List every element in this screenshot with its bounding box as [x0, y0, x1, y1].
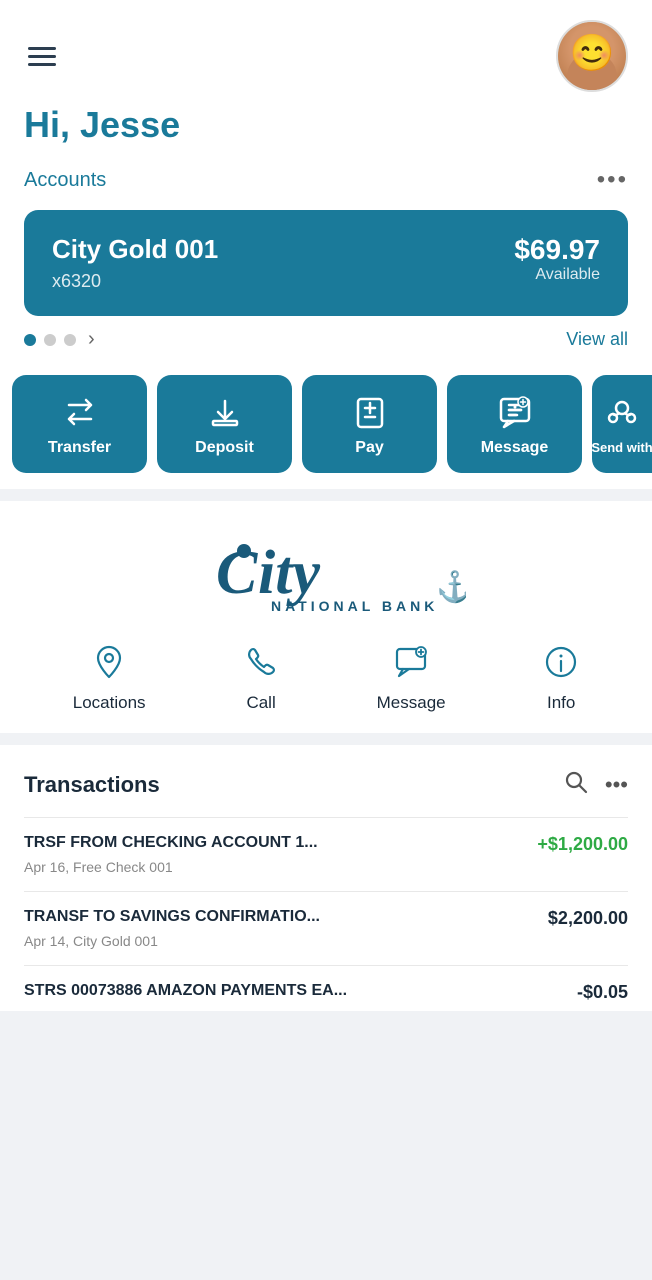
deposit-icon: [206, 393, 244, 431]
svg-text:ity: ity: [258, 539, 320, 607]
svg-text:⚓: ⚓: [436, 569, 466, 604]
info-button[interactable]: Info: [543, 644, 579, 713]
account-number: x6320: [52, 271, 218, 292]
transaction-account: Free Check 001: [73, 859, 173, 875]
transaction-meta: Apr 14, City Gold 001: [24, 933, 628, 949]
dot-1[interactable]: [24, 334, 36, 346]
transfer-button[interactable]: Transfer: [12, 375, 147, 473]
transaction-description: TRSF FROM CHECKING ACCOUNT 1...: [24, 834, 525, 852]
transaction-row: STRS 00073886 AMAZON PAYMENTS EA... -$0.…: [24, 982, 628, 1003]
dot-2[interactable]: [44, 334, 56, 346]
transactions-header: Transactions •••: [24, 769, 628, 801]
svg-text:NATIONAL BANK: NATIONAL BANK: [271, 598, 438, 614]
table-row[interactable]: STRS 00073886 AMAZON PAYMENTS EA... -$0.…: [24, 965, 628, 1011]
send-with-button[interactable]: Send with: [592, 375, 652, 473]
account-balance: $69.97 Available: [514, 234, 600, 284]
table-row[interactable]: TRANSF TO SAVINGS CONFIRMATIO... $2,200.…: [24, 891, 628, 965]
account-name: City Gold 001: [52, 234, 218, 265]
accounts-label: Accounts: [24, 169, 106, 192]
transactions-actions: •••: [563, 769, 628, 801]
accounts-more-button[interactable]: •••: [597, 166, 628, 194]
card-dots: ›: [24, 328, 95, 351]
phone-icon: [243, 644, 279, 685]
transactions-more-button[interactable]: •••: [605, 772, 628, 798]
transaction-date: Apr 14: [24, 933, 65, 949]
chevron-right-icon[interactable]: ›: [88, 328, 95, 351]
svg-text:C: C: [216, 539, 258, 607]
search-button[interactable]: [563, 769, 589, 801]
balance-amount: $69.97: [514, 234, 600, 266]
transfer-icon: [61, 393, 99, 431]
call-button[interactable]: Call: [243, 644, 279, 713]
deposit-button[interactable]: Deposit: [157, 375, 292, 473]
hamburger-menu-button[interactable]: [24, 43, 60, 70]
account-card[interactable]: City Gold 001 x6320 $69.97 Available: [24, 210, 628, 316]
info-circle-icon: [543, 644, 579, 685]
transactions-section: Transactions ••• TRSF FROM CHECKING ACCO…: [0, 745, 652, 1011]
transaction-description: STRS 00073886 AMAZON PAYMENTS EA...: [24, 982, 565, 1000]
locations-button[interactable]: Locations: [73, 644, 146, 713]
message-button[interactable]: Message: [447, 375, 582, 473]
transaction-description: TRANSF TO SAVINGS CONFIRMATIO...: [24, 908, 536, 926]
dot-3[interactable]: [64, 334, 76, 346]
locations-label: Locations: [73, 693, 146, 713]
balance-label: Available: [514, 266, 600, 284]
transaction-row: TRSF FROM CHECKING ACCOUNT 1... +$1,200.…: [24, 834, 628, 855]
header: Hi, Jesse: [0, 0, 652, 166]
location-pin-icon: [91, 644, 127, 685]
pay-icon: [351, 393, 389, 431]
bank-logo: C ity NATIONAL BANK ⚓: [24, 525, 628, 620]
avatar[interactable]: [556, 20, 628, 92]
info-label: Info: [547, 693, 575, 713]
bank-services: Locations Call Me: [24, 644, 628, 713]
message-label: Message: [481, 439, 549, 457]
transfer-label: Transfer: [48, 439, 111, 457]
bank-message-button[interactable]: Message: [377, 644, 446, 713]
call-label: Call: [246, 693, 275, 713]
account-card-container: City Gold 001 x6320 $69.97 Available: [0, 202, 652, 316]
table-row[interactable]: TRSF FROM CHECKING ACCOUNT 1... +$1,200.…: [24, 817, 628, 891]
bank-message-label: Message: [377, 693, 446, 713]
greeting-text: Hi, Jesse: [24, 104, 628, 146]
message-bubble-icon: [393, 644, 429, 685]
send-with-label: Send with: [591, 440, 652, 456]
transaction-row: TRANSF TO SAVINGS CONFIRMATIO... $2,200.…: [24, 908, 628, 929]
transaction-amount: -$0.05: [577, 982, 628, 1003]
bank-logo-svg: C ity NATIONAL BANK ⚓: [186, 525, 466, 615]
view-all-button[interactable]: View all: [566, 329, 628, 350]
accounts-header: Accounts •••: [0, 166, 652, 202]
transactions-title: Transactions: [24, 772, 160, 798]
transaction-amount: +$1,200.00: [537, 834, 628, 855]
transaction-meta: Apr 16, Free Check 001: [24, 859, 628, 875]
pay-label: Pay: [355, 439, 383, 457]
transaction-date: Apr 16: [24, 859, 65, 875]
deposit-label: Deposit: [195, 439, 254, 457]
header-top: [24, 20, 628, 92]
send-with-icon: [603, 394, 641, 432]
actions-row: Transfer Deposit Pay: [0, 363, 652, 489]
card-navigation: › View all: [0, 316, 652, 363]
account-info: City Gold 001 x6320: [52, 234, 218, 292]
transaction-amount: $2,200.00: [548, 908, 628, 929]
message-action-icon: [496, 393, 534, 431]
transaction-account: City Gold 001: [73, 933, 158, 949]
bank-section: C ity NATIONAL BANK ⚓ Locations: [0, 501, 652, 733]
pay-button[interactable]: Pay: [302, 375, 437, 473]
